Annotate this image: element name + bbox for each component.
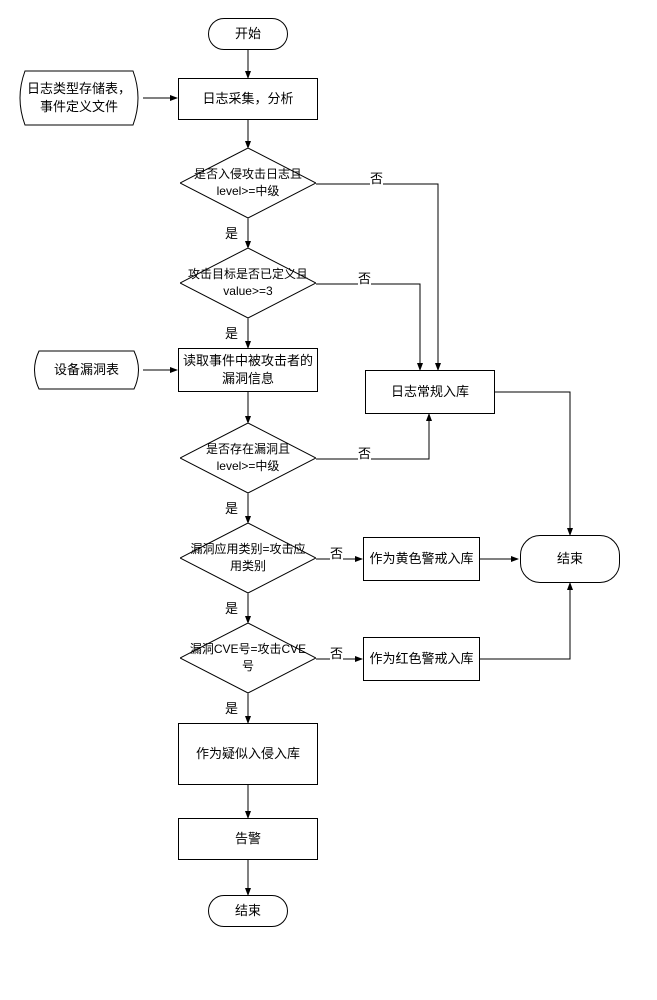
text-d1: 是否入侵攻击日志且level>=中级 bbox=[180, 166, 316, 200]
label-yes: 是 bbox=[225, 698, 238, 717]
storage-log-type-text: 日志类型存储表，事件定义文件 bbox=[25, 70, 133, 126]
terminator-start: 开始 bbox=[208, 18, 288, 50]
storage-vuln-text: 设备漏洞表 bbox=[40, 350, 133, 390]
decision-target-value: 攻击目标是否已定义且value>=3 bbox=[180, 248, 316, 318]
process-red-alert: 作为红色警戒入库 bbox=[363, 637, 480, 681]
text-yellow: 作为黄色警戒入库 bbox=[369, 550, 473, 568]
text-d5: 漏洞CVE号=攻击CVE号 bbox=[180, 641, 316, 675]
decision-app-category: 漏洞应用类别=攻击应用类别 bbox=[180, 523, 316, 593]
text-end2: 结束 bbox=[557, 550, 583, 568]
process-yellow-alert: 作为黄色警戒入库 bbox=[363, 537, 480, 581]
decision-cve: 漏洞CVE号=攻击CVE号 bbox=[180, 623, 316, 693]
label-yes: 是 bbox=[225, 498, 238, 517]
text-suspect: 作为疑似入侵入库 bbox=[196, 745, 300, 763]
text-end1: 结束 bbox=[235, 902, 261, 920]
storage-log-type: 日志类型存储表，事件定义文件 bbox=[15, 70, 143, 126]
label-yes: 是 bbox=[225, 223, 238, 242]
label-yes: 是 bbox=[225, 598, 238, 617]
label-no: 否 bbox=[330, 543, 343, 562]
label-no: 否 bbox=[330, 643, 343, 662]
label-no: 否 bbox=[358, 443, 371, 462]
terminator-end-right: 结束 bbox=[520, 535, 620, 583]
label-no: 否 bbox=[370, 168, 383, 187]
text-red: 作为红色警戒入库 bbox=[369, 650, 473, 668]
text-normal: 日志常规入库 bbox=[391, 383, 469, 401]
text-start: 开始 bbox=[235, 25, 261, 43]
decision-intrusion-level: 是否入侵攻击日志且level>=中级 bbox=[180, 148, 316, 218]
text-d4: 漏洞应用类别=攻击应用类别 bbox=[180, 541, 316, 575]
text-collect: 日志采集，分析 bbox=[202, 90, 293, 108]
storage-vuln-table: 设备漏洞表 bbox=[30, 350, 143, 390]
process-suspect-store: 作为疑似入侵入库 bbox=[178, 723, 318, 785]
label-yes: 是 bbox=[225, 323, 238, 342]
process-collect: 日志采集，分析 bbox=[178, 78, 318, 120]
text-d2: 攻击目标是否已定义且value>=3 bbox=[180, 266, 316, 300]
terminator-end-bottom: 结束 bbox=[208, 895, 288, 927]
process-read-vuln: 读取事件中被攻击者的漏洞信息 bbox=[178, 348, 318, 392]
text-alarm: 告警 bbox=[235, 830, 261, 848]
text-d3: 是否存在漏洞且level>=中级 bbox=[180, 441, 316, 475]
label-no: 否 bbox=[358, 268, 371, 287]
process-normal-store: 日志常规入库 bbox=[365, 370, 495, 414]
text-read: 读取事件中被攻击者的漏洞信息 bbox=[179, 352, 317, 388]
process-alarm: 告警 bbox=[178, 818, 318, 860]
decision-vuln-level: 是否存在漏洞且level>=中级 bbox=[180, 423, 316, 493]
